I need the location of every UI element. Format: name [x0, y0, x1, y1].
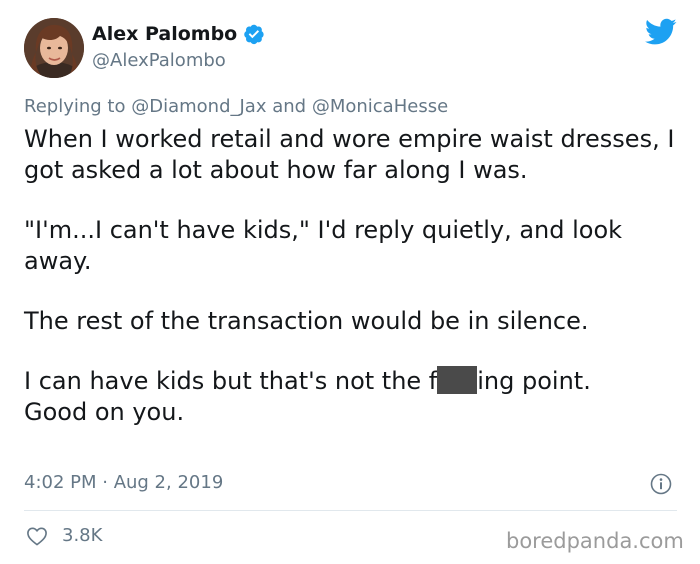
like-count: 3.8K	[62, 525, 103, 546]
like-action[interactable]: 3.8K	[26, 525, 102, 547]
tweet-text-fragment: Good on you.	[24, 398, 185, 426]
source-watermark: boredpanda.com	[506, 529, 684, 553]
tweet-text-fragment: I can have kids but that's not the f	[24, 367, 438, 395]
tweet-timestamp[interactable]: 4:02 PM · Aug 2, 2019	[24, 472, 223, 494]
censor-bar	[437, 366, 478, 394]
reply-mention-link[interactable]: @MonicaHesse	[312, 96, 448, 117]
heart-icon[interactable]	[26, 526, 48, 546]
tweet-card: Alex Palombo @AlexPalombo Replying to @D…	[0, 0, 700, 564]
twitter-bird-icon[interactable]	[645, 18, 677, 46]
author-handle[interactable]: @AlexPalombo	[92, 50, 226, 72]
tweet-paragraph: When I worked retail and wore empire wai…	[24, 125, 675, 184]
tweet-body: When I worked retail and wore empire wai…	[24, 124, 684, 428]
reply-context: Replying to @Diamond_Jax and @MonicaHess…	[24, 96, 448, 118]
info-icon[interactable]	[650, 473, 672, 495]
author-display-name[interactable]: Alex Palombo	[92, 22, 237, 46]
reply-joiner: and	[272, 96, 307, 117]
reply-mention-link[interactable]: @Diamond_Jax	[131, 96, 266, 117]
reply-prefix: Replying to	[24, 96, 126, 117]
tweet-paragraph: I can have kids but that's not the f ing …	[24, 366, 684, 428]
divider	[24, 510, 677, 511]
tweet-paragraph: "I'm...I can't have kids," I'd reply qui…	[24, 216, 623, 275]
tweet-text-fragment: ing point.	[477, 367, 591, 395]
verified-badge-icon	[243, 23, 265, 45]
author-name-row: Alex Palombo	[92, 22, 265, 46]
profile-photo	[24, 18, 84, 78]
avatar[interactable]	[24, 18, 84, 78]
tweet-paragraph: The rest of the transaction would be in …	[24, 307, 589, 335]
